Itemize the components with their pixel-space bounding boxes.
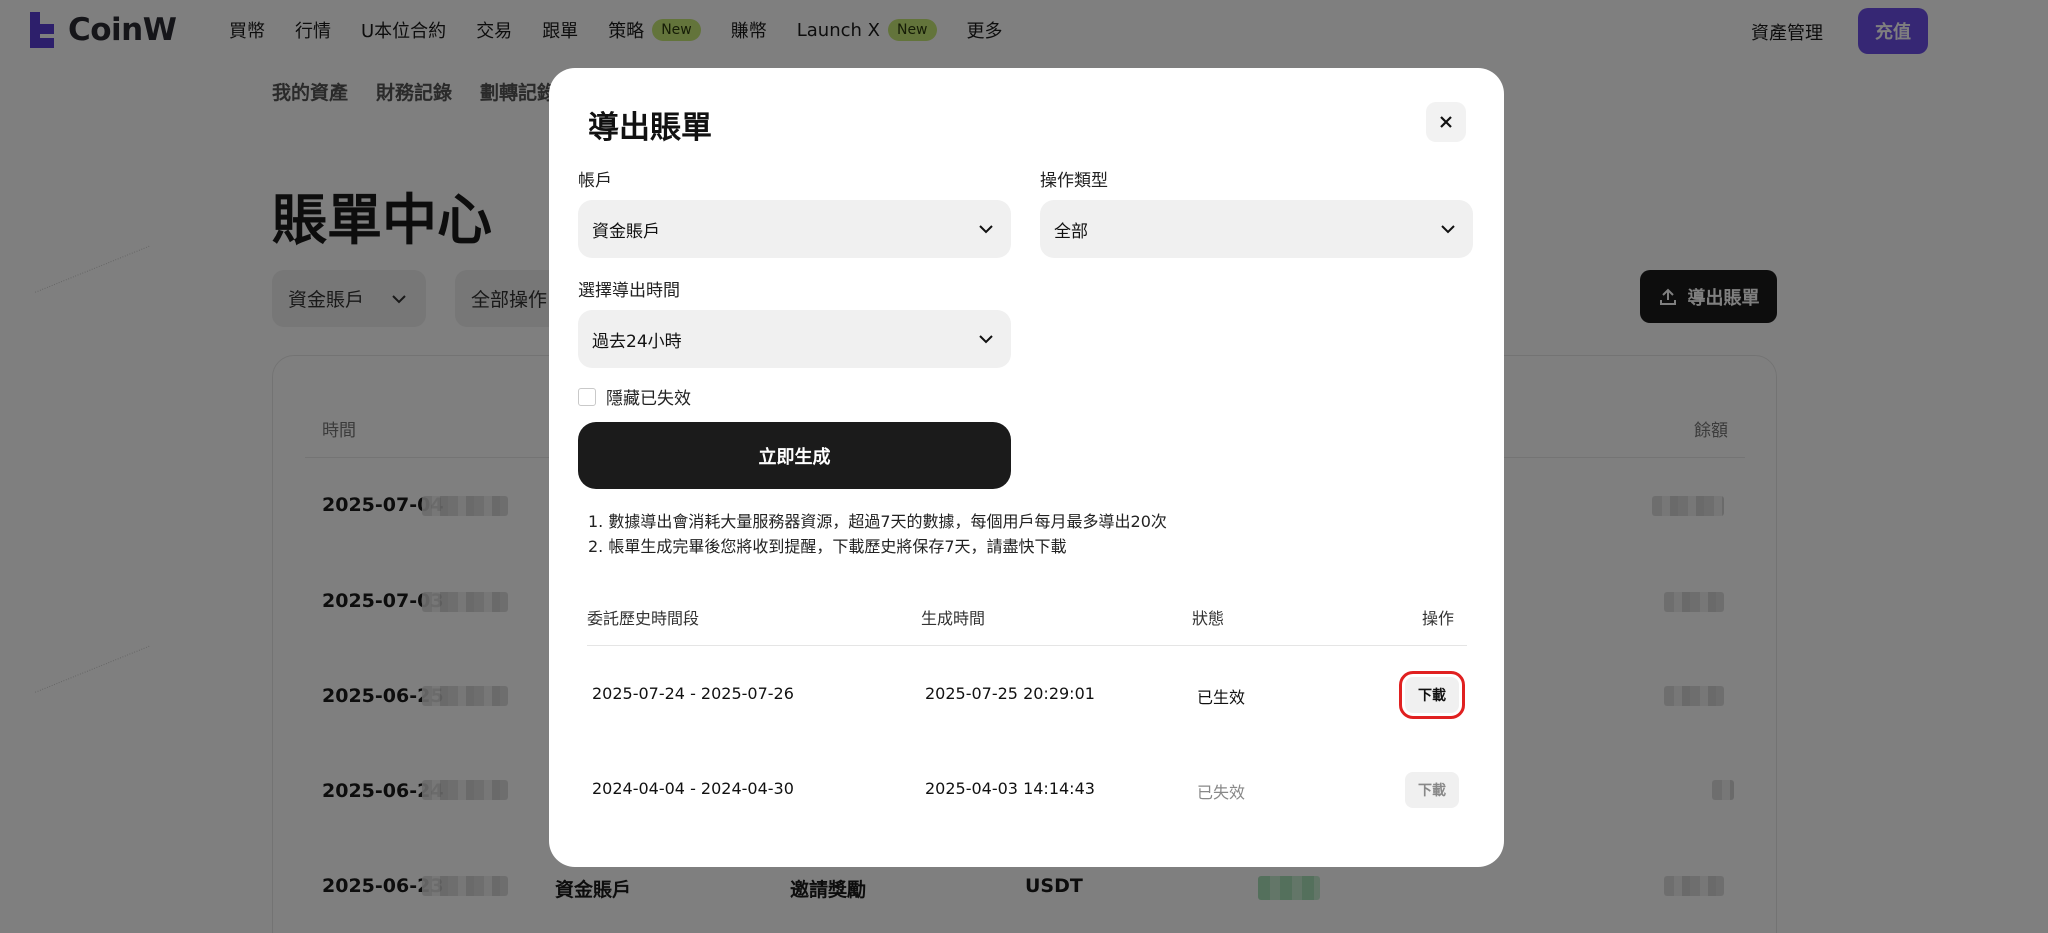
operation-type-select-value: 全部 (1054, 221, 1088, 242)
notice-line-1: 1. 數據導出會消耗大量服務器資源，超過7天的數據，每個用戶每月最多導出20次 (588, 512, 1167, 531)
account-select[interactable]: 資金賬戶 (578, 200, 1011, 258)
hide-expired-toggle[interactable]: 隱藏已失效 (578, 384, 691, 409)
chevron-down-icon (979, 225, 993, 234)
export-time-label: 選擇導出時間 (578, 281, 680, 301)
download-button[interactable]: 下載 (1405, 772, 1459, 808)
export-time-select[interactable]: 過去24小時 (578, 310, 1011, 368)
operation-type-label: 操作類型 (1040, 171, 1108, 191)
generate-now-button[interactable]: 立即生成 (578, 422, 1011, 489)
hide-expired-checkbox[interactable] (578, 387, 596, 406)
history-header-status: 狀態 (1192, 609, 1225, 628)
close-icon (1440, 116, 1452, 128)
chevron-down-icon (979, 335, 993, 344)
history-header-period: 委託歷史時間段 (587, 609, 700, 628)
history-period: 2024-04-04 - 2024-04-30 (592, 779, 794, 798)
export-time-select-value: 過去24小時 (592, 331, 682, 352)
history-status: 已生效 (1197, 688, 1246, 707)
history-status: 已失效 (1197, 783, 1246, 802)
modal-title: 導出賬單 (588, 110, 712, 146)
history-generated-time: 2025-04-03 14:14:43 (925, 779, 1095, 798)
history-header-generated: 生成時間 (921, 609, 986, 628)
history-header-action: 操作 (1422, 609, 1455, 628)
download-button[interactable]: 下載 (1399, 671, 1465, 719)
close-button[interactable] (1426, 102, 1466, 142)
account-label: 帳戶 (578, 171, 612, 191)
history-generated-time: 2025-07-25 20:29:01 (925, 684, 1095, 703)
history-period: 2025-07-24 - 2025-07-26 (592, 684, 794, 703)
account-select-value: 資金賬戶 (592, 221, 660, 242)
hide-expired-label: 隱藏已失效 (606, 389, 691, 409)
history-divider (587, 645, 1467, 646)
chevron-down-icon (1441, 225, 1455, 234)
export-bill-modal: 導出賬單 帳戶 資金賬戶 操作類型 全部 選擇導出時間 過去24小時 隱藏已失效… (549, 68, 1504, 867)
notice-line-2: 2. 帳單生成完畢後您將收到提醒，下載歷史將保存7天，請盡快下載 (588, 537, 1067, 556)
operation-type-select[interactable]: 全部 (1040, 200, 1473, 258)
